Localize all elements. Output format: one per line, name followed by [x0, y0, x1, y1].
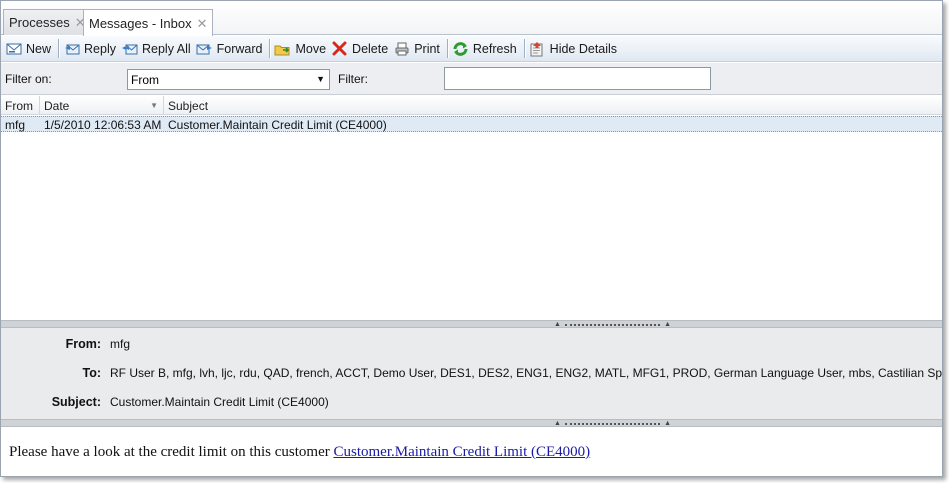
message-body-text: Please have a look at the credit limit o…	[9, 444, 590, 461]
forward-icon	[196, 40, 213, 57]
reply-button[interactable]: Reply	[62, 38, 120, 60]
reply-all-button[interactable]: Reply All	[120, 38, 195, 60]
hide-details-button[interactable]: Hide Details	[528, 38, 621, 60]
subject-label: Subject:	[51, 395, 101, 409]
toolbar-separator	[269, 39, 271, 58]
body-text: Please have a look at the credit limit o…	[9, 444, 334, 460]
details-body-splitter[interactable]: ▲ ▲	[1, 419, 942, 427]
filter-on-select[interactable]: From ▼	[127, 69, 330, 90]
print-label: Print	[414, 41, 440, 56]
splitter-grip[interactable]: ▲ ▲	[554, 420, 671, 427]
reply-all-label: Reply All	[141, 41, 191, 56]
sort-descending-icon: ▼	[150, 101, 158, 110]
printer-icon	[393, 40, 410, 57]
new-message-icon	[5, 40, 22, 57]
list-details-splitter[interactable]: ▲ ▲	[1, 320, 942, 328]
delete-x-icon	[331, 40, 348, 57]
from-value: mfg	[110, 337, 131, 351]
forward-button[interactable]: Forward	[195, 38, 267, 60]
to-label: To:	[82, 366, 101, 380]
filter-on-label: Filter on:	[5, 72, 52, 86]
tab-label: Messages - Inbox	[89, 15, 192, 31]
reply-all-icon	[121, 40, 138, 57]
tab-messages-inbox[interactable]: Messages - Inbox ✕	[83, 9, 213, 36]
body-link[interactable]: Customer.Maintain Credit Limit (CE4000)	[334, 444, 591, 460]
filter-label: Filter:	[338, 72, 368, 86]
new-button[interactable]: New	[4, 38, 55, 60]
to-value: RF User B, mfg, lvh, ljc, rdu, QAD, fren…	[110, 366, 943, 380]
close-icon[interactable]: ✕	[197, 17, 208, 30]
delete-button[interactable]: Delete	[330, 38, 392, 60]
splitter-grip[interactable]: ▲ ▲	[554, 321, 671, 328]
move-folder-icon	[274, 40, 291, 57]
filter-bar: Filter on: From ▼ Filter:	[1, 63, 942, 95]
cell-from: mfg	[5, 118, 26, 132]
splitter-up-icon: ▲	[554, 321, 561, 328]
message-list: From Date ▼ Subject mfg 1/5/2010 12:06:5…	[1, 96, 942, 320]
refresh-label: Refresh	[472, 41, 517, 56]
delete-label: Delete	[352, 41, 389, 56]
messages-window: Processes ✕ Messages - Inbox ✕ New Reply	[0, 0, 943, 477]
column-header-from[interactable]: From	[1, 96, 40, 115]
subject-value: Customer.Maintain Credit Limit (CE4000)	[110, 395, 329, 409]
move-button[interactable]: Move	[273, 38, 330, 60]
splitter-down-icon: ▲	[664, 420, 671, 427]
toolbar: New Reply Reply All Forward Move Delete …	[1, 36, 942, 62]
message-body: Please have a look at the credit limit o…	[1, 428, 942, 476]
splitter-down-icon: ▲	[664, 321, 671, 328]
hide-details-label: Hide Details	[549, 41, 618, 56]
reply-icon	[63, 40, 80, 57]
column-header-date[interactable]: Date ▼	[40, 96, 164, 115]
filter-input[interactable]	[444, 67, 711, 90]
tab-processes[interactable]: Processes ✕	[3, 9, 91, 35]
splitter-up-icon: ▲	[554, 420, 561, 427]
print-button[interactable]: Print	[392, 38, 444, 60]
cell-date: 1/5/2010 12:06:53 AM	[44, 118, 162, 132]
refresh-icon	[452, 40, 469, 57]
column-header-subject[interactable]: Subject	[164, 96, 942, 115]
toolbar-separator	[446, 39, 448, 58]
message-list-header: From Date ▼ Subject	[1, 96, 942, 115]
forward-label: Forward	[216, 41, 263, 56]
tab-strip: Processes ✕ Messages - Inbox ✕	[1, 1, 942, 36]
splitter-dots	[564, 422, 661, 425]
move-label: Move	[295, 41, 327, 56]
toolbar-separator	[523, 39, 525, 58]
hide-details-icon	[529, 40, 546, 57]
new-label: New	[26, 41, 52, 56]
tab-label: Processes	[9, 15, 70, 30]
from-label: From:	[65, 337, 101, 351]
dropdown-arrow-icon[interactable]: ▼	[316, 74, 325, 84]
toolbar-separator	[58, 39, 60, 58]
splitter-dots	[564, 323, 661, 326]
refresh-button[interactable]: Refresh	[451, 38, 521, 60]
reply-label: Reply	[84, 41, 116, 56]
table-row[interactable]: mfg 1/5/2010 12:06:53 AM Customer.Mainta…	[1, 116, 942, 132]
cell-subject: Customer.Maintain Credit Limit (CE4000)	[168, 118, 387, 132]
filter-on-value: From	[131, 73, 159, 87]
message-details: From: mfg To: RF User B, mfg, lvh, ljc, …	[1, 328, 942, 419]
